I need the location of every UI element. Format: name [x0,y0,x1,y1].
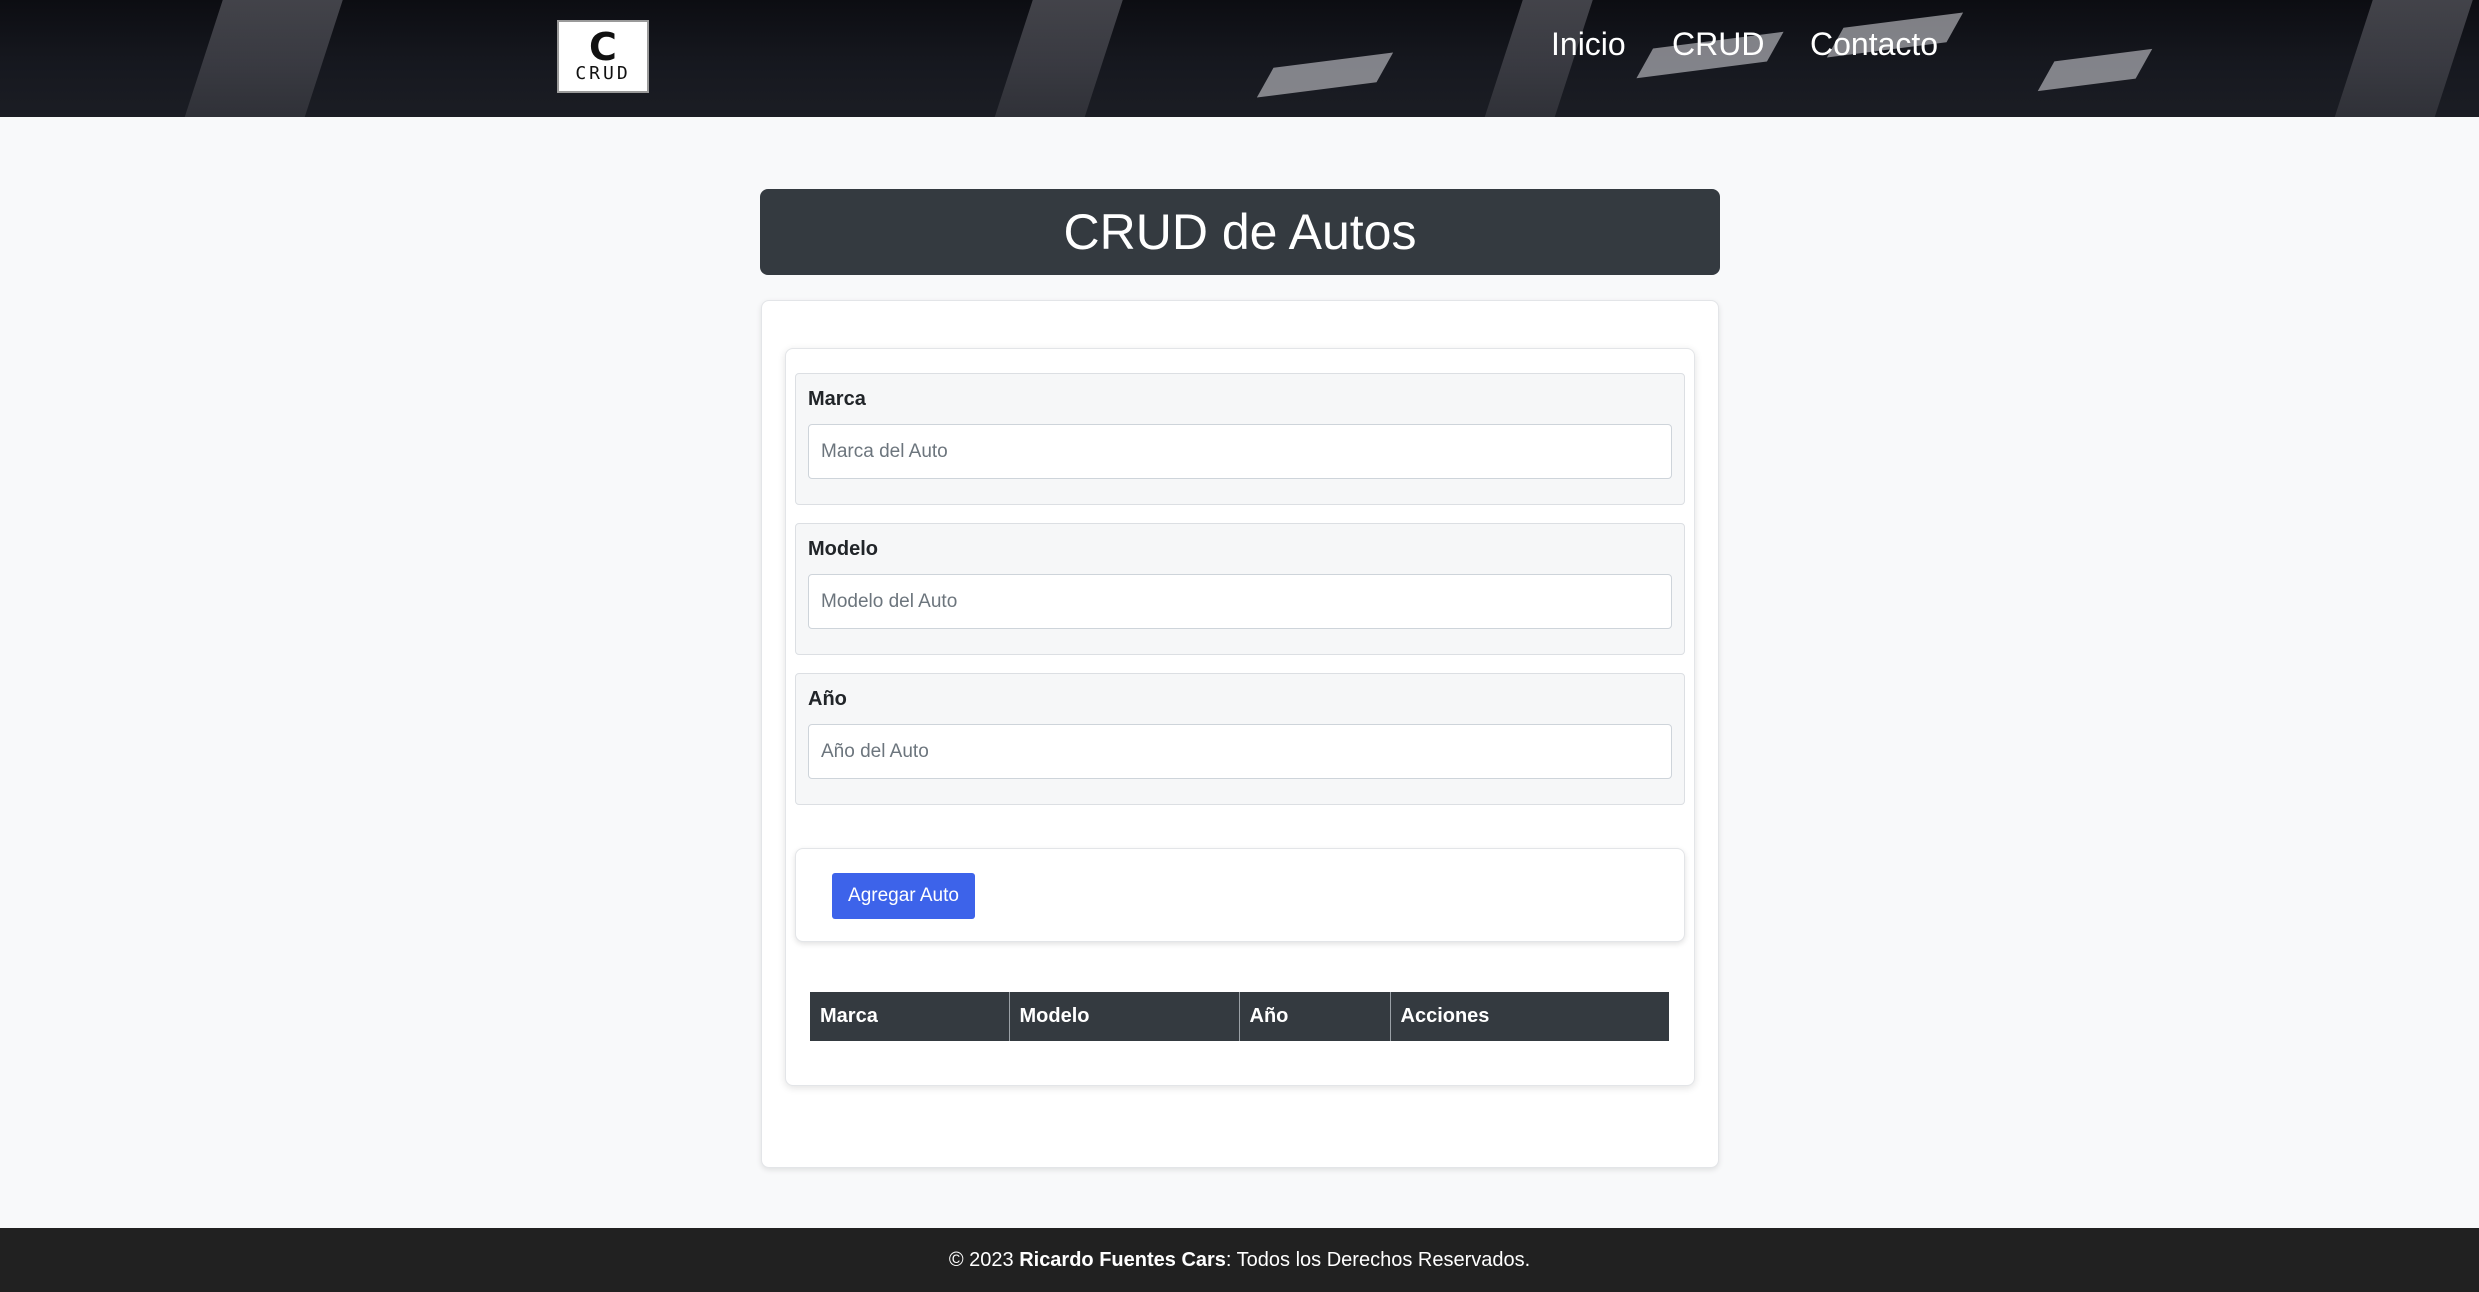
button-card: Agregar Auto [795,848,1685,942]
marca-input[interactable] [808,424,1672,479]
header-background-stripe [170,0,350,117]
field-group-marca: Marca [795,373,1685,505]
logo-text: CRUD [575,62,631,84]
header-background-stripe [2320,0,2479,117]
nav-link-contacto[interactable]: Contacto [1810,26,1938,63]
modelo-label: Modelo [808,538,878,560]
nav-link-crud[interactable]: CRUD [1672,26,1764,63]
page-title: CRUD de Autos [760,189,1720,275]
column-header-marca[interactable]: Marca [810,992,1010,1041]
header-bar: C CRUD Inicio CRUD Contacto [0,0,2479,117]
table-header-row: Marca Modelo Año Acciones [810,992,1669,1041]
column-header-acciones[interactable]: Acciones [1390,992,1669,1041]
field-group-modelo: Modelo [795,523,1685,655]
modelo-input[interactable] [808,574,1672,629]
logo-glyph: C [589,24,617,69]
field-group-ano: Año [795,673,1685,805]
footer-owner: Ricardo Fuentes Cars [1019,1248,1226,1271]
nav-link-inicio[interactable]: Inicio [1551,26,1626,63]
footer: © 2023 Ricardo Fuentes Cars : Todos los … [0,1228,2479,1292]
ano-label: Año [808,688,847,710]
header-background-stripe [980,0,1130,117]
header-background-light [1256,52,1394,98]
add-car-button[interactable]: Agregar Auto [832,873,975,919]
cars-table: Marca Modelo Año Acciones [810,992,1669,1041]
column-header-ano[interactable]: Año [1239,992,1391,1041]
ano-input[interactable] [808,724,1672,779]
header-background-light [2037,48,2153,92]
logo[interactable]: C CRUD [557,20,649,93]
column-header-modelo[interactable]: Modelo [1009,992,1240,1041]
footer-suffix: : Todos los Derechos Reservados. [1225,1248,1531,1271]
footer-prefix: © 2023 [948,1248,1020,1271]
marca-label: Marca [808,388,866,410]
